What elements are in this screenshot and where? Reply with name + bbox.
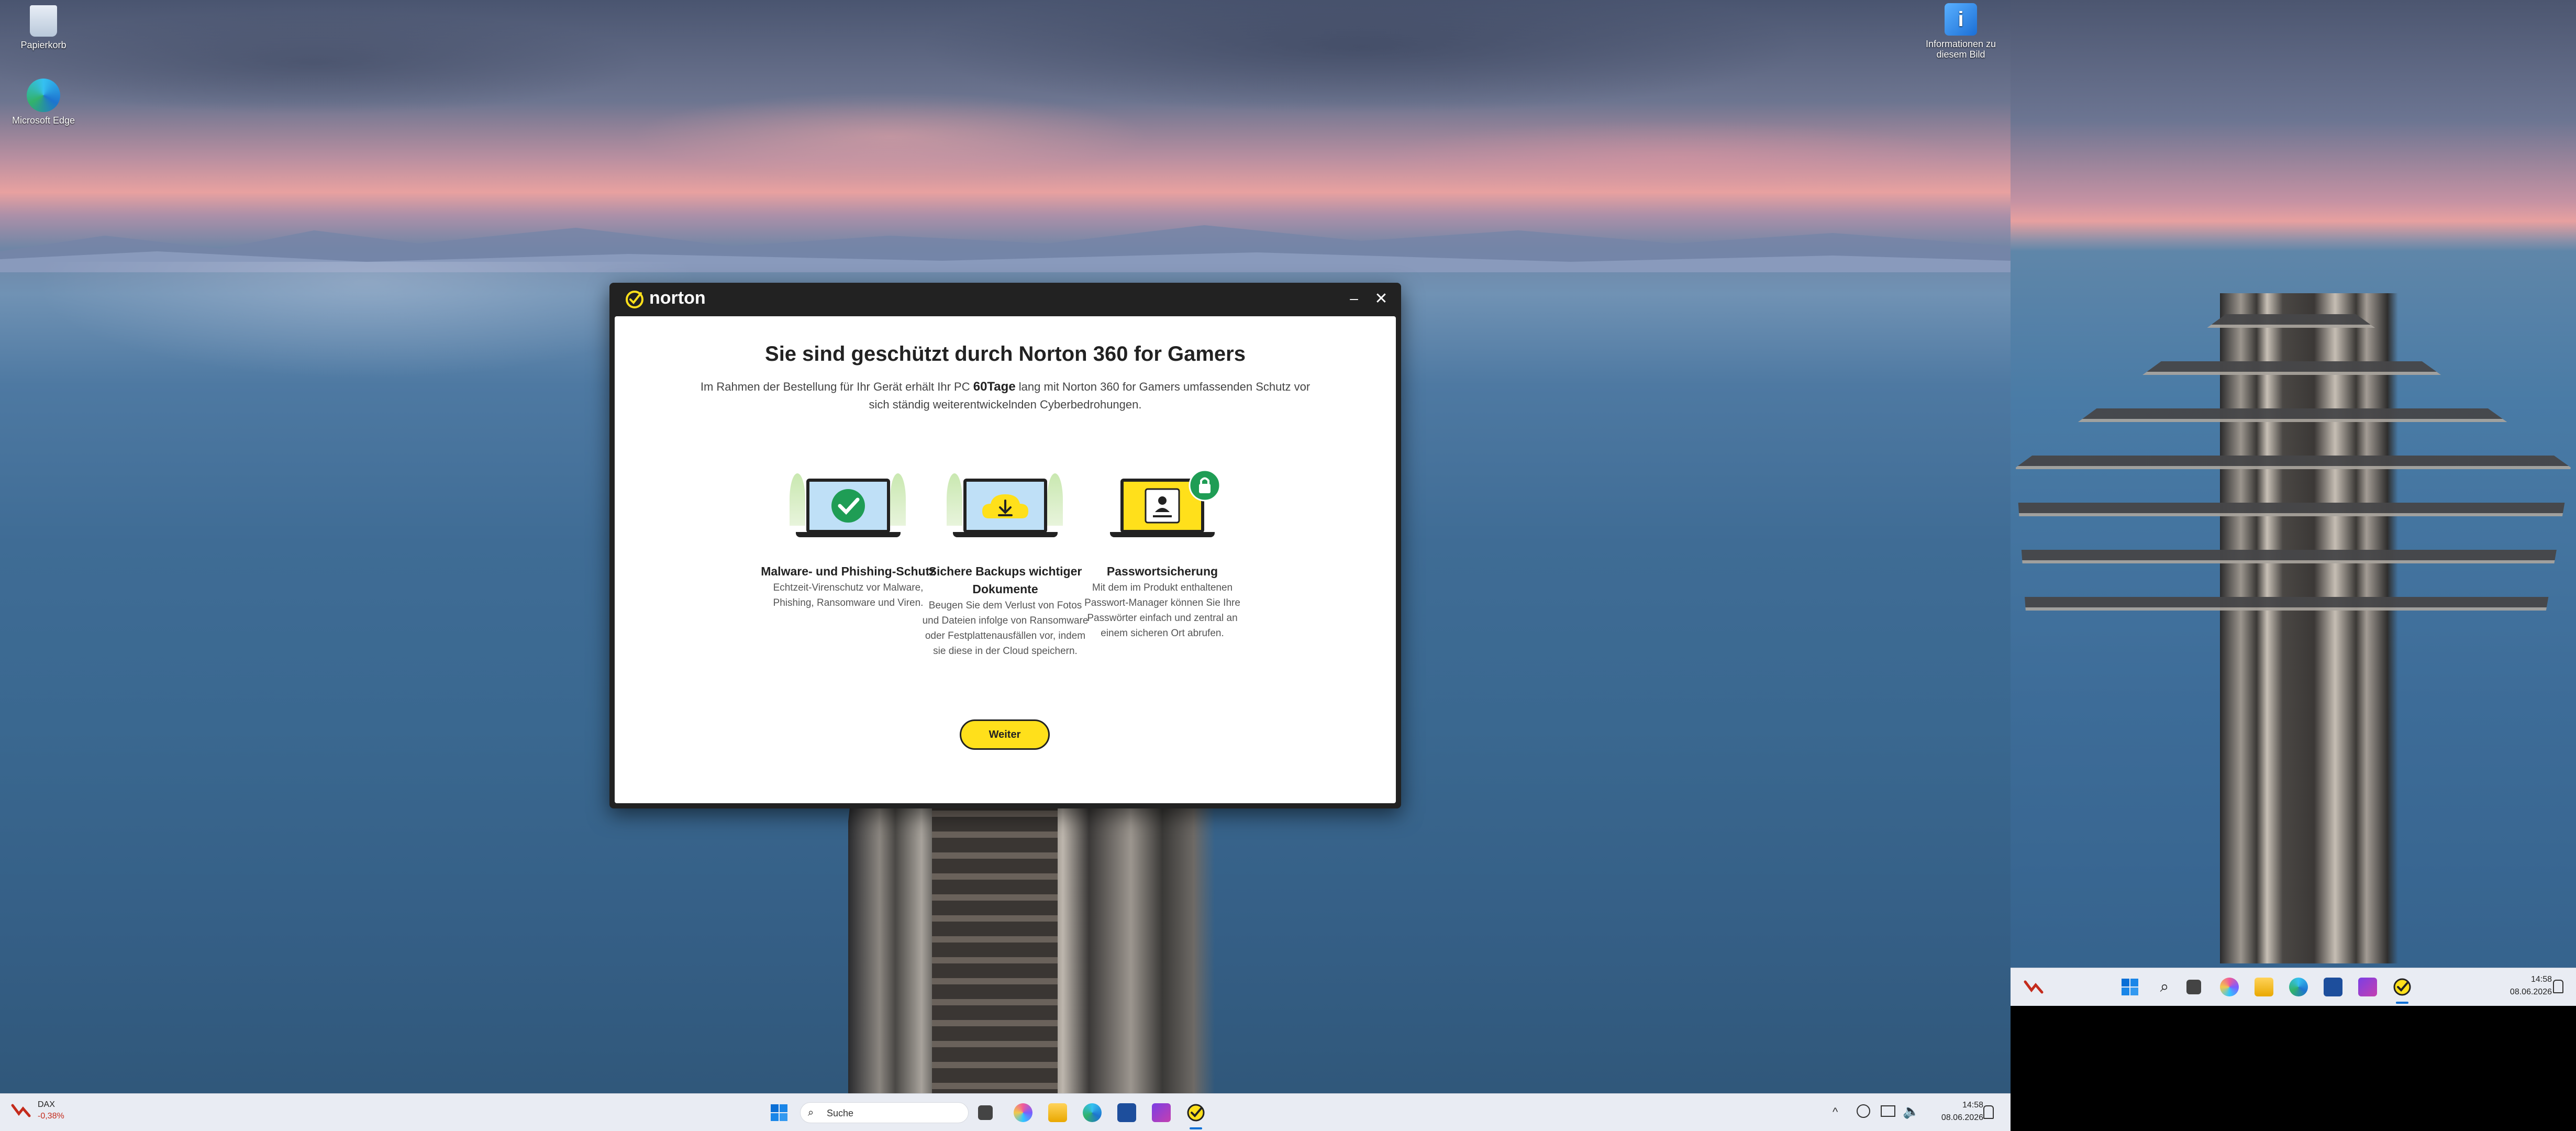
search-icon[interactable]: ⌕ xyxy=(2155,978,2174,996)
search-icon: ⌕ xyxy=(808,1107,814,1118)
clock-date: 08.06.2026 xyxy=(1941,1113,1983,1122)
taskbar: DAX -0,38% ⌕ Suche ^ 🔈 14:58 08.06.2026 xyxy=(0,1093,2011,1131)
sky-clouds xyxy=(0,0,2011,230)
continue-button[interactable]: Weiter xyxy=(960,719,1050,750)
laptop-base xyxy=(953,532,1058,537)
clock-date: 08.06.2026 xyxy=(2510,988,2552,996)
check-icon xyxy=(831,489,865,523)
norton-check-icon xyxy=(2393,978,2411,996)
norton-window: norton – ✕ Sie sind geschützt durch Nort… xyxy=(609,283,1401,808)
task-view-icon[interactable] xyxy=(2186,980,2201,994)
picture-info-icon: i xyxy=(1945,3,1977,36)
norton-logo-icon xyxy=(626,291,643,308)
widget-stock-ticker[interactable]: DAX -0,38% xyxy=(10,1100,64,1124)
laptop-base xyxy=(1110,532,1215,537)
pier-steps xyxy=(932,796,1058,1094)
page-title: Sie sind geschützt durch Norton 360 for … xyxy=(765,342,1246,365)
clock[interactable]: 14:58 08.06.2026 xyxy=(1941,1099,1983,1124)
norton-taskbar-icon[interactable] xyxy=(2393,978,2412,996)
feature-illustration xyxy=(1100,468,1225,547)
edge-taskbar-icon[interactable] xyxy=(2289,978,2308,996)
edge-taskbar-icon[interactable] xyxy=(1083,1103,1102,1122)
minimize-button[interactable]: – xyxy=(1343,289,1364,310)
start-button[interactable] xyxy=(770,1103,789,1122)
copilot-icon[interactable] xyxy=(2220,978,2239,996)
stock-chart-icon xyxy=(11,1104,31,1117)
active-app-indicator xyxy=(1190,1127,1202,1129)
feature-password-manager: Passwortsicherung Mit dem im Produkt ent… xyxy=(1058,468,1267,641)
close-button[interactable]: ✕ xyxy=(1371,289,1392,310)
desktop-icon-label: Microsoft Edge xyxy=(12,115,75,126)
feature-title: Passwortsicherung xyxy=(1106,564,1218,578)
secondary-taskbar: ⌕ 14:58 08.06.2026 xyxy=(2011,968,2576,1006)
feature-illustration xyxy=(942,468,1068,547)
norton-check-icon xyxy=(1187,1104,1205,1122)
notification-bell-icon[interactable] xyxy=(1983,1105,1994,1119)
network-icon[interactable] xyxy=(1881,1105,1895,1117)
download-icon xyxy=(982,494,1028,518)
desktop-icon-label: Informationen zu diesem Bild xyxy=(1925,39,1996,60)
active-app-indicator xyxy=(2396,1002,2408,1004)
plant-decoration xyxy=(790,473,805,526)
desktop-wallpaper: Papierkorb Microsoft Edge i Informatione… xyxy=(0,0,2011,1131)
page-subtitle: Im Rahmen der Bestellung für Ihr Gerät e… xyxy=(698,378,1312,414)
task-view-icon[interactable] xyxy=(978,1105,993,1120)
search-box[interactable]: ⌕ Suche xyxy=(800,1102,969,1123)
edge-icon xyxy=(27,79,60,112)
recycle-bin-icon xyxy=(30,5,57,37)
norton-content: Sie sind geschützt durch Norton 360 for … xyxy=(615,316,1396,803)
stock-chart-icon[interactable] xyxy=(2023,977,2044,997)
norton-taskbar-icon[interactable] xyxy=(1186,1103,1205,1122)
notification-bell-icon[interactable] xyxy=(2553,980,2563,993)
file-explorer-icon[interactable] xyxy=(2255,978,2273,996)
plant-decoration xyxy=(947,473,962,526)
norton-brand: norton xyxy=(649,288,706,308)
desktop-icon-spotlight-info[interactable]: i Informationen zu diesem Bild xyxy=(1922,3,2000,60)
secondary-desktop-wallpaper xyxy=(2011,0,2576,1005)
widget-value: -0,38% xyxy=(38,1112,64,1121)
copilot-icon[interactable] xyxy=(1014,1103,1032,1122)
file-explorer-icon[interactable] xyxy=(1048,1103,1067,1122)
lock-icon xyxy=(1189,469,1221,502)
app-icon[interactable] xyxy=(2358,978,2377,996)
windows-logo-icon xyxy=(771,1104,787,1121)
search-placeholder: Suche xyxy=(827,1108,854,1118)
start-button[interactable] xyxy=(2120,978,2139,996)
onedrive-icon[interactable] xyxy=(1857,1104,1870,1118)
norton-titlebar[interactable]: norton – ✕ xyxy=(609,283,1401,316)
feature-illustration xyxy=(785,468,911,547)
windows-logo-icon xyxy=(2122,979,2138,995)
desktop-icon-label: Papierkorb xyxy=(20,40,66,50)
laptop-base xyxy=(796,532,901,537)
desktop-icon-recycle-bin[interactable]: Papierkorb xyxy=(4,5,83,51)
clock-time: 14:58 xyxy=(2530,975,2552,984)
app-icon[interactable] xyxy=(1152,1103,1171,1122)
laptop-icon xyxy=(963,479,1047,533)
feature-description: Mit dem im Produkt enthaltenen Passwort-… xyxy=(1084,582,1240,639)
clock-time: 14:58 xyxy=(1962,1101,1983,1110)
desktop-icon-edge[interactable]: Microsoft Edge xyxy=(4,79,83,126)
widget-title: DAX xyxy=(38,1100,55,1109)
clock[interactable]: 14:58 08.06.2026 xyxy=(2510,973,2552,999)
chevron-up-icon[interactable]: ^ xyxy=(1833,1105,1838,1119)
volume-icon[interactable]: 🔈 xyxy=(1903,1103,1919,1119)
store-icon[interactable] xyxy=(1117,1103,1136,1122)
subtitle-text-start: Im Rahmen der Bestellung für Ihr Gerät e… xyxy=(700,380,973,393)
subtitle-highlight: 60Tage xyxy=(973,380,1016,394)
store-icon[interactable] xyxy=(2324,978,2342,996)
laptop-icon xyxy=(806,479,890,533)
